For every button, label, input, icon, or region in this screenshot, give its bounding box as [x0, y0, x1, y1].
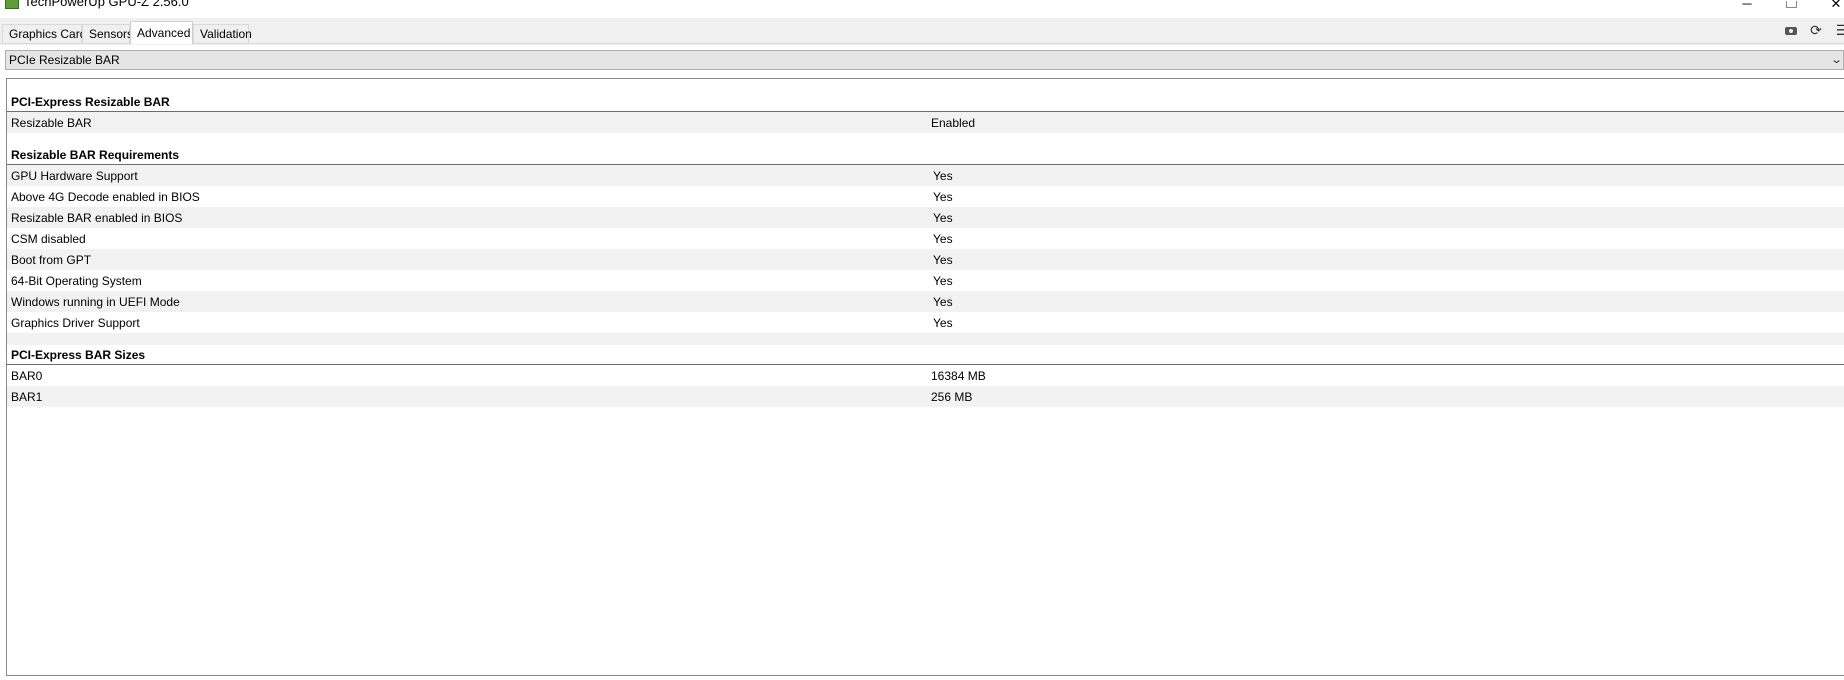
- tab-strip: [0, 18, 1844, 45]
- maximize-icon: [1785, 1, 1797, 8]
- minimize-button[interactable]: ─: [1737, 0, 1757, 12]
- details-panel: PCI-Express Resizable BAR Resizable BAR …: [6, 78, 1844, 676]
- row-label: Graphics Driver Support: [11, 316, 140, 330]
- table-row: CSM disabled Yes: [7, 228, 1844, 249]
- row-value: Yes: [933, 211, 953, 225]
- row-label: BAR1: [11, 390, 43, 404]
- section-title-bar-sizes: PCI-Express BAR Sizes: [11, 348, 146, 362]
- table-row-spacer: [7, 333, 1844, 345]
- tab-sensors[interactable]: Sensors: [82, 24, 133, 43]
- row-label: GPU Hardware Support: [11, 169, 138, 183]
- table-row: Resizable BAR enabled in BIOS Yes: [7, 207, 1844, 228]
- row-value: 256 MB: [931, 390, 973, 404]
- menu-button[interactable]: ☰: [1834, 22, 1844, 38]
- row-label: 64-Bit Operating System: [11, 274, 142, 288]
- table-row: BAR0 16384 MB: [7, 365, 1844, 386]
- row-label: Resizable BAR enabled in BIOS: [11, 211, 183, 225]
- table-row: Resizable BAR Enabled: [7, 112, 1844, 133]
- row-label: Resizable BAR: [11, 116, 92, 130]
- maximize-button[interactable]: [1781, 0, 1801, 12]
- screenshot-button[interactable]: [1783, 22, 1799, 38]
- row-value: Yes: [933, 253, 953, 267]
- window-title: TechPowerUp GPU-Z 2.56.0: [24, 0, 189, 9]
- row-value: 16384 MB: [931, 369, 986, 383]
- tab-advanced[interactable]: Advanced: [130, 21, 193, 44]
- table-row: Windows running in UEFI Mode Yes: [7, 291, 1844, 312]
- row-label: BAR0: [11, 369, 43, 383]
- row-value: Yes: [933, 295, 953, 309]
- section-title-pcie-rebar: PCI-Express Resizable BAR: [11, 95, 170, 109]
- table-row: Boot from GPT Yes: [7, 249, 1844, 270]
- table-row: Above 4G Decode enabled in BIOS Yes: [7, 186, 1844, 207]
- row-label: CSM disabled: [11, 232, 86, 246]
- table-row: Graphics Driver Support Yes: [7, 312, 1844, 333]
- advanced-category-select[interactable]: PCIe Resizable BAR ⌄: [5, 50, 1844, 70]
- menu-icon: ☰: [1835, 22, 1844, 38]
- tab-graphics-card[interactable]: Graphics Card: [2, 24, 86, 43]
- minimize-icon: ─: [1742, 0, 1752, 11]
- row-label: Above 4G Decode enabled in BIOS: [11, 190, 200, 204]
- row-value: Yes: [933, 169, 953, 183]
- tab-strip-divider: [0, 43, 1844, 44]
- gpuz-window: TechPowerUp GPU-Z 2.56.0 ─ ✕ Graphics Ca…: [0, 0, 1844, 680]
- row-value: Yes: [933, 190, 953, 204]
- chevron-down-icon: ⌄: [1829, 54, 1843, 66]
- table-row: 64-Bit Operating System Yes: [7, 270, 1844, 291]
- row-value: Enabled: [931, 116, 976, 130]
- tab-validation[interactable]: Validation: [193, 24, 252, 43]
- gpuz-app-icon: [5, 0, 19, 9]
- table-row: GPU Hardware Support Yes: [7, 165, 1844, 186]
- refresh-icon: ⟳: [1810, 22, 1822, 38]
- select-value: PCIe Resizable BAR: [9, 53, 120, 67]
- row-label: Boot from GPT: [11, 253, 92, 267]
- row-value: Yes: [933, 316, 953, 330]
- section-title-requirements: Resizable BAR Requirements: [11, 148, 180, 162]
- close-icon: ✕: [1830, 0, 1842, 11]
- row-value: Yes: [933, 232, 953, 246]
- row-value: Yes: [933, 274, 953, 288]
- close-button[interactable]: ✕: [1826, 0, 1844, 12]
- table-row: BAR1 256 MB: [7, 386, 1844, 407]
- row-label: Windows running in UEFI Mode: [11, 295, 180, 309]
- title-bar: TechPowerUp GPU-Z 2.56.0 ─ ✕: [0, 0, 1844, 18]
- camera-icon: [1785, 27, 1797, 35]
- refresh-button[interactable]: ⟳: [1808, 22, 1824, 38]
